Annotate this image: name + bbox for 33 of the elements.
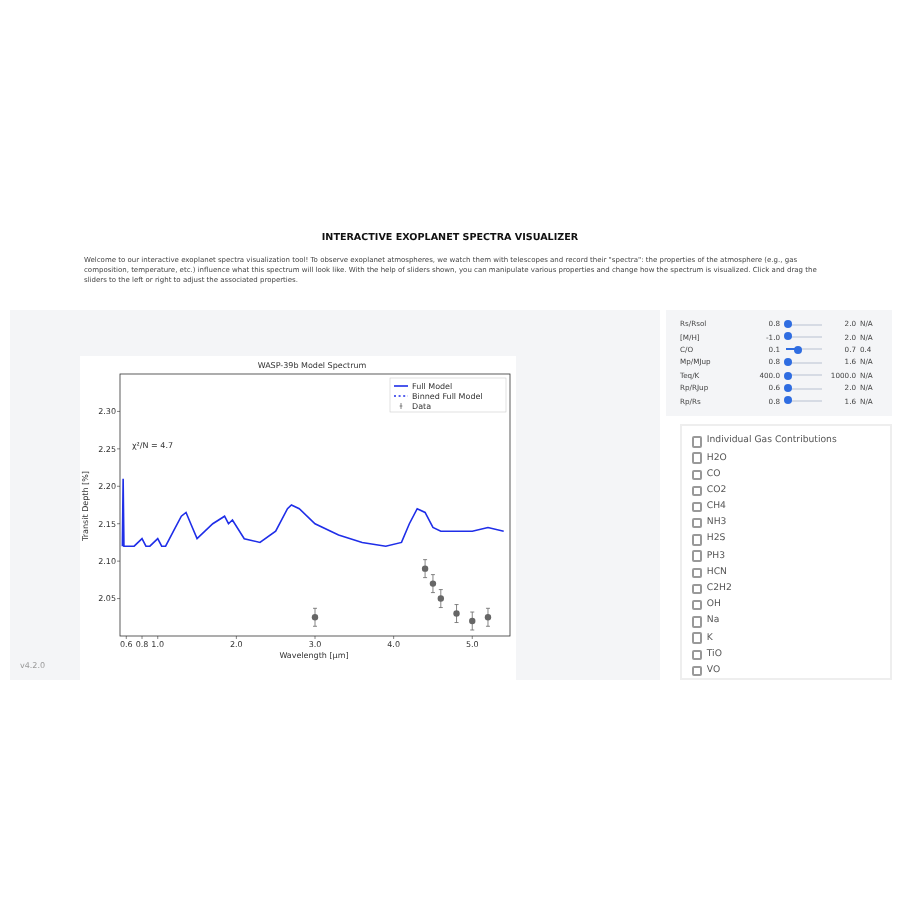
checkbox[interactable] [692, 665, 703, 677]
checkbox[interactable] [692, 632, 703, 644]
data-point [469, 617, 476, 625]
slider-thumb[interactable] [783, 358, 792, 367]
slider-thumb[interactable] [783, 371, 792, 380]
data-point [311, 614, 319, 621]
error-bar [312, 607, 318, 627]
checkbox[interactable] [692, 436, 703, 448]
slider-thumb[interactable] [794, 345, 803, 354]
checkbox[interactable] [692, 600, 703, 611]
checkbox[interactable] [692, 469, 703, 480]
slider-thumb[interactable] [783, 332, 792, 341]
data-point [437, 595, 444, 602]
checkbox[interactable] [692, 649, 703, 660]
slider-thumb[interactable] [783, 396, 792, 405]
checkbox[interactable] [692, 616, 703, 628]
error-bar [469, 611, 475, 631]
slider-thumb[interactable] [783, 384, 792, 393]
error-bar [454, 604, 459, 623]
checkbox[interactable] [692, 485, 703, 497]
checkbox[interactable] [692, 501, 703, 513]
checkbox[interactable] [692, 550, 703, 562]
error-bar [485, 607, 491, 627]
checkbox[interactable] [692, 518, 703, 529]
checkbox[interactable] [692, 567, 703, 579]
checkbox[interactable] [692, 534, 703, 546]
checkbox[interactable] [692, 583, 703, 595]
checkbox[interactable] [692, 452, 703, 464]
data-point [429, 580, 437, 587]
slider-thumb[interactable] [783, 320, 792, 329]
data-point [453, 610, 460, 617]
data-point [484, 614, 492, 621]
data-point [421, 565, 429, 572]
